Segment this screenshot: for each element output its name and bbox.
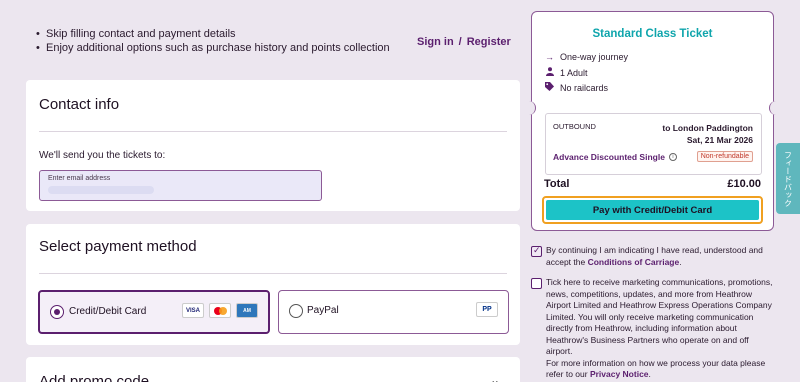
pay-button[interactable]: Pay with Credit/Debit Card bbox=[542, 196, 763, 224]
ticket-notch bbox=[526, 101, 536, 115]
marketing-text: Tick here to receive marketing communica… bbox=[546, 277, 776, 381]
marketing-suffix: . bbox=[648, 369, 651, 379]
fare-type: Advance Discounted Single i bbox=[553, 152, 677, 162]
feedback-tab[interactable]: フィードバック bbox=[776, 143, 800, 214]
chevron-down-icon[interactable]: ⌄ bbox=[490, 373, 500, 382]
amex-icon: AM bbox=[236, 303, 258, 318]
payment-card: Select payment method Credit/Debit Card … bbox=[26, 224, 520, 345]
auth-separator: / bbox=[458, 36, 462, 48]
payment-option-label: Credit/Debit Card bbox=[69, 306, 147, 317]
signin-link[interactable]: Sign in bbox=[417, 36, 454, 48]
paypal-icon: PP bbox=[476, 302, 498, 317]
paypal-logos: PP bbox=[476, 302, 498, 317]
payment-option-card[interactable]: Credit/Debit Card VISA AM bbox=[38, 290, 270, 334]
total-value: £10.00 bbox=[727, 178, 761, 190]
ticket-summary: Standard Class Ticket → One-way journey … bbox=[526, 11, 779, 231]
radio-card[interactable] bbox=[50, 305, 64, 319]
benefits-list: Skip filling contact and payment details… bbox=[36, 28, 390, 55]
conditions-check: By continuing I am indicating I have rea… bbox=[531, 245, 776, 268]
railcards-row: No railcards bbox=[545, 82, 608, 93]
register-link[interactable]: Register bbox=[467, 36, 511, 48]
journey-destination: to London Paddington bbox=[662, 123, 753, 133]
promo-card[interactable]: Add promo code ⌄ bbox=[26, 357, 520, 382]
send-text: We'll send you the tickets to: bbox=[39, 150, 166, 161]
radio-paypal[interactable] bbox=[289, 304, 303, 318]
journey-date: Sat, 21 Mar 2026 bbox=[686, 135, 753, 145]
journey-type-row: → One-way journey bbox=[545, 52, 628, 62]
total-row: Total £10.00 bbox=[544, 178, 761, 190]
journey-destination-block: to London Paddington Sat, 21 Mar 2026 bbox=[662, 122, 753, 146]
passengers: 1 Adult bbox=[560, 67, 588, 78]
conditions-checkbox[interactable] bbox=[531, 245, 542, 257]
marketing-body: Tick here to receive marketing communica… bbox=[546, 277, 773, 356]
person-icon bbox=[545, 67, 554, 78]
payment-title: Select payment method bbox=[39, 238, 197, 255]
email-value-redacted bbox=[48, 186, 154, 194]
refund-badge: Non-refundable bbox=[696, 151, 753, 162]
payment-option-paypal[interactable]: PayPal PP bbox=[278, 290, 509, 334]
contact-card: Contact info We'll send you the tickets … bbox=[26, 80, 520, 211]
marketing-more: For more information on how we process y… bbox=[546, 357, 766, 380]
divider bbox=[39, 131, 507, 132]
conditions-link[interactable]: Conditions of Carriage bbox=[588, 257, 680, 267]
journey-card: OUTBOUND to London Paddington Sat, 21 Ma… bbox=[545, 113, 762, 175]
promo-title: Add promo code bbox=[39, 373, 150, 382]
conditions-text: By continuing I am indicating I have rea… bbox=[546, 245, 776, 268]
pay-button-label: Pay with Credit/Debit Card bbox=[546, 200, 759, 220]
visa-icon: VISA bbox=[182, 303, 204, 318]
benefit-item: Enjoy additional options such as purchas… bbox=[36, 42, 390, 56]
conditions-suffix: . bbox=[679, 256, 682, 267]
info-icon[interactable]: i bbox=[668, 153, 677, 161]
divider bbox=[39, 273, 507, 274]
benefit-item: Skip filling contact and payment details bbox=[36, 28, 390, 42]
feedback-label: フィードバック bbox=[783, 150, 793, 207]
email-placeholder: Enter email address bbox=[48, 175, 111, 182]
mastercard-icon bbox=[209, 303, 231, 318]
journey-direction: OUTBOUND bbox=[553, 122, 596, 131]
card-logos: VISA AM bbox=[182, 303, 258, 318]
email-field[interactable]: Enter email address bbox=[39, 170, 322, 201]
passengers-row: 1 Adult bbox=[545, 67, 588, 78]
payment-option-label: PayPal bbox=[307, 305, 339, 316]
railcards: No railcards bbox=[560, 82, 609, 93]
auth-links: Sign in / Register bbox=[417, 36, 511, 48]
privacy-link[interactable]: Privacy Notice bbox=[590, 369, 649, 379]
fare-name: Advance Discounted Single bbox=[553, 152, 665, 162]
ticket-notch bbox=[769, 101, 779, 115]
journey-type: One-way journey bbox=[560, 52, 629, 62]
tag-icon bbox=[545, 82, 554, 93]
total-label: Total bbox=[544, 178, 570, 190]
ticket-title: Standard Class Ticket bbox=[592, 28, 713, 40]
contact-title: Contact info bbox=[39, 96, 120, 113]
marketing-check: Tick here to receive marketing communica… bbox=[531, 277, 776, 381]
arrow-right-icon: → bbox=[545, 52, 554, 62]
marketing-checkbox[interactable] bbox=[531, 278, 542, 289]
